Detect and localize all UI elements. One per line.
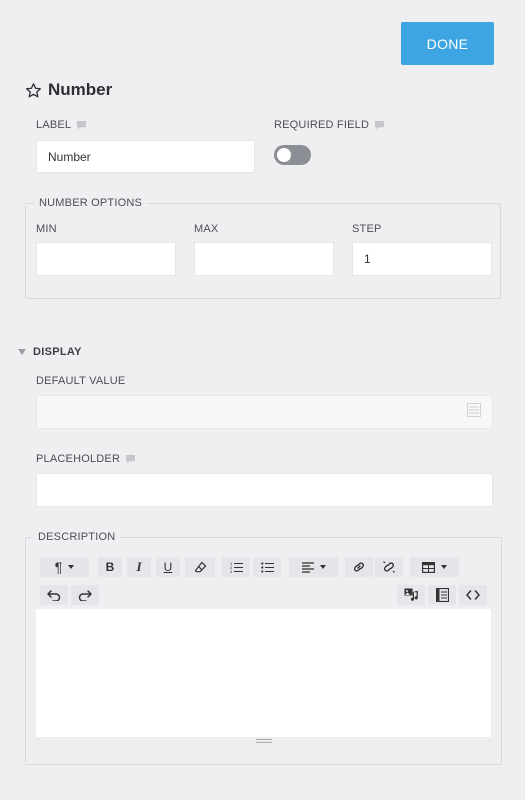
link-button[interactable] [345, 557, 373, 577]
comment-hint-icon [126, 454, 136, 464]
undo-button[interactable] [40, 585, 68, 605]
redo-icon [78, 590, 92, 601]
italic-button[interactable]: I [127, 557, 151, 577]
min-input[interactable] [36, 242, 176, 276]
unordered-list-icon [260, 562, 274, 573]
default-value-caption-text: DEFAULT VALUE [36, 375, 126, 387]
description-editor[interactable] [36, 609, 491, 737]
code-view-icon [466, 590, 480, 600]
paragraph-icon: ¶ [54, 559, 63, 575]
insert-html-icon [435, 588, 449, 602]
undo-icon [47, 590, 61, 601]
align-left-icon [301, 561, 314, 573]
step-caption-text: STEP [352, 223, 382, 235]
label-field[interactable] [36, 140, 255, 173]
max-input[interactable] [194, 242, 334, 276]
dropdown-arrow-icon [319, 565, 326, 569]
redo-button[interactable] [71, 585, 99, 605]
paragraph-style-button[interactable]: ¶ [40, 557, 89, 577]
max-caption-text: MAX [194, 223, 219, 235]
required-toggle[interactable] [274, 145, 311, 165]
number-options-legend: NUMBER OPTIONS [34, 197, 148, 209]
eraser-icon [194, 561, 206, 572]
ordered-list-button[interactable]: 123 [222, 557, 250, 577]
insert-html-button[interactable] [428, 585, 456, 605]
comment-hint-icon [375, 120, 385, 130]
min-caption: MIN [36, 223, 57, 235]
svg-text:3: 3 [230, 569, 233, 573]
code-view-button[interactable] [459, 585, 487, 605]
done-button[interactable]: DONE [401, 22, 494, 65]
placeholder-caption: PLACEHOLDER [36, 453, 136, 465]
display-section-label: DISPLAY [33, 346, 82, 358]
placeholder-input[interactable] [36, 473, 493, 507]
table-icon [422, 561, 435, 573]
italic-icon: I [136, 559, 142, 574]
field-title: Number [25, 80, 112, 100]
star-outline-icon[interactable] [25, 82, 42, 99]
page-title: Number [48, 80, 113, 99]
caret-down-icon [18, 349, 26, 355]
list-icon[interactable] [467, 403, 481, 417]
label-caption-text: LABEL [36, 119, 72, 131]
link-icon [354, 562, 364, 572]
clear-format-button[interactable] [185, 557, 215, 577]
bold-button[interactable]: B [98, 557, 122, 577]
underline-icon: U [163, 560, 173, 574]
dropdown-arrow-icon [441, 565, 447, 569]
required-caption-text: REQUIRED FIELD [274, 119, 370, 131]
insert-media-button[interactable] [397, 585, 425, 605]
description-legend: DESCRIPTION [33, 531, 121, 543]
placeholder-caption-text: PLACEHOLDER [36, 453, 121, 465]
ordered-list-icon: 123 [230, 561, 243, 573]
toggle-knob [277, 148, 291, 162]
default-value-caption: DEFAULT VALUE [36, 375, 125, 387]
unlink-icon [383, 561, 395, 573]
table-button[interactable] [410, 557, 459, 577]
required-caption: REQUIRED FIELD [274, 119, 385, 131]
unordered-list-button[interactable] [253, 557, 281, 577]
resize-grip-icon[interactable] [256, 739, 272, 743]
unlink-button[interactable] [375, 557, 403, 577]
max-caption: MAX [194, 223, 218, 235]
default-value-input[interactable] [36, 395, 493, 429]
display-section-toggle[interactable]: DISPLAY [18, 346, 82, 358]
underline-button[interactable]: U [156, 557, 180, 577]
bold-icon: B [105, 560, 115, 574]
dropdown-arrow-icon [68, 565, 75, 569]
min-caption-text: MIN [36, 223, 57, 235]
step-input[interactable] [352, 242, 492, 276]
step-caption: STEP [352, 223, 382, 235]
insert-media-icon [404, 588, 418, 601]
comment-hint-icon [77, 120, 87, 130]
align-button[interactable] [289, 557, 338, 577]
label-caption: LABEL [36, 119, 87, 131]
